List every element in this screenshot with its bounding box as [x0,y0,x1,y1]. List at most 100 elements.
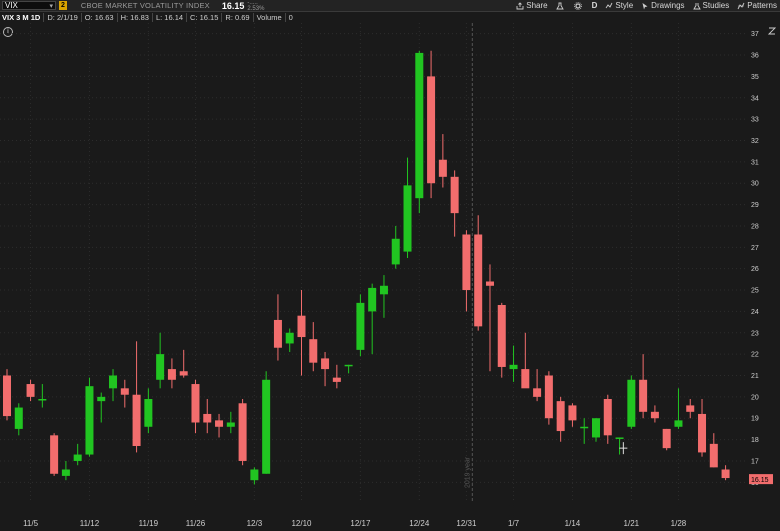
settings-button[interactable] [573,1,584,10]
candle-body[interactable] [3,375,11,417]
price-chart[interactable]: 2019 year1617181920212223242526272829303… [0,23,780,531]
candle-body[interactable] [332,377,341,382]
candle-body[interactable] [509,364,518,370]
candle-body[interactable] [226,422,235,427]
volume-value: 0 [284,12,296,22]
y-tick-label: 35 [751,74,759,81]
candle-body[interactable] [344,364,353,367]
candle-body[interactable] [603,399,612,436]
candle-body[interactable] [721,469,730,479]
flask-button[interactable] [555,2,566,10]
candle-body[interactable] [144,399,153,427]
candle-body[interactable] [662,428,671,449]
candle-body[interactable] [544,375,553,419]
candle-body[interactable] [709,443,718,468]
y-tick-label: 23 [751,330,759,337]
candle-body[interactable] [109,375,118,389]
candle-body[interactable] [485,281,494,286]
candle-body[interactable] [238,403,247,461]
candle-body[interactable] [650,411,659,419]
x-tick-label: 11/5 [23,519,39,528]
y-tick-label: 19 [751,416,759,423]
y-tick-label: 22 [751,352,759,359]
candle-body[interactable] [203,413,212,423]
aggregation-button[interactable]: D [592,1,598,10]
link-group-badge[interactable]: 2 [59,1,67,10]
last-price: 16.15 [221,0,245,11]
candle-body[interactable] [592,418,600,438]
candle-body[interactable] [356,302,365,350]
candle-body[interactable] [379,285,388,295]
candle-body[interactable] [167,369,176,380]
candle-body[interactable] [250,469,259,481]
volume-label: Volume [252,12,285,22]
candle-body[interactable] [427,76,436,184]
candle-body[interactable] [262,379,271,474]
symbol-text: VIX [5,1,18,10]
candle-body[interactable] [297,315,306,338]
percent-change: 2.53% [247,5,265,12]
candle-body[interactable] [639,379,648,412]
symbol-description: CBOE MARKET VOLATILITY INDEX [80,1,210,10]
drawings-label: Drawings [651,1,685,10]
candle-body[interactable] [14,407,23,429]
patterns-button[interactable]: Patterns [737,1,777,10]
candle-body[interactable] [132,394,141,446]
patterns-icon [737,2,745,9]
candle-body[interactable] [450,176,459,214]
x-tick-label: 12/10 [291,519,312,528]
candle-body[interactable] [120,388,129,395]
candle-body[interactable] [97,396,106,402]
candle-body[interactable] [179,371,188,376]
candle-body[interactable] [391,238,400,265]
candle-body[interactable] [698,413,707,453]
candle-body[interactable] [438,159,447,177]
x-tick-label: 1/14 [565,519,581,528]
candle-body[interactable] [273,319,282,348]
style-icon [606,2,613,8]
candle-body[interactable] [462,234,471,291]
candle-body[interactable] [474,234,483,327]
x-tick-label: 1/7 [508,519,520,528]
y-tick-label: 37 [751,31,759,38]
candle-body[interactable] [533,388,542,397]
candle-body[interactable] [568,405,577,421]
candle-body[interactable] [215,420,224,427]
style-button[interactable]: Style [605,1,633,10]
candle-body[interactable] [674,420,683,427]
candle-body[interactable] [627,379,636,427]
y-tick-label: 30 [751,181,759,188]
share-button[interactable]: Share [516,1,548,10]
candle-body[interactable] [580,426,589,429]
x-tick-label: 1/28 [671,519,687,528]
candle-body[interactable] [403,185,412,252]
studies-button[interactable]: Studies [692,1,730,10]
studies-label: Studies [702,1,730,10]
candle-body[interactable] [26,384,35,397]
candlestick-chart[interactable]: 2019 year1617181920212223242526272829303… [0,23,780,531]
candle-body[interactable] [415,52,424,199]
gear-icon [573,1,582,10]
y-tick-label: 31 [751,159,759,166]
drawings-button[interactable]: Drawings [641,1,685,10]
y-tick-label: 29 [751,202,759,209]
candle-body[interactable] [497,305,506,367]
candle-body[interactable] [61,469,70,476]
chevron-down-icon[interactable]: ▾ [49,2,53,10]
candle-body[interactable] [521,369,530,389]
candle-body[interactable] [309,339,318,363]
symbol-selector[interactable]: VIX ▾ [2,1,56,10]
candle-body[interactable] [615,437,624,439]
candle-body[interactable] [50,435,59,474]
candle-body[interactable] [156,354,165,380]
candle-body[interactable] [73,454,82,461]
candle-body[interactable] [85,386,94,455]
candle-body[interactable] [38,399,47,401]
candle-body[interactable] [368,287,377,312]
bar-date: D: 2/1/19 [43,12,80,22]
candle-body[interactable] [191,384,200,423]
candle-body[interactable] [556,401,565,432]
candle-body[interactable] [686,405,695,412]
candle-body[interactable] [285,332,294,344]
candle-body[interactable] [321,358,330,370]
